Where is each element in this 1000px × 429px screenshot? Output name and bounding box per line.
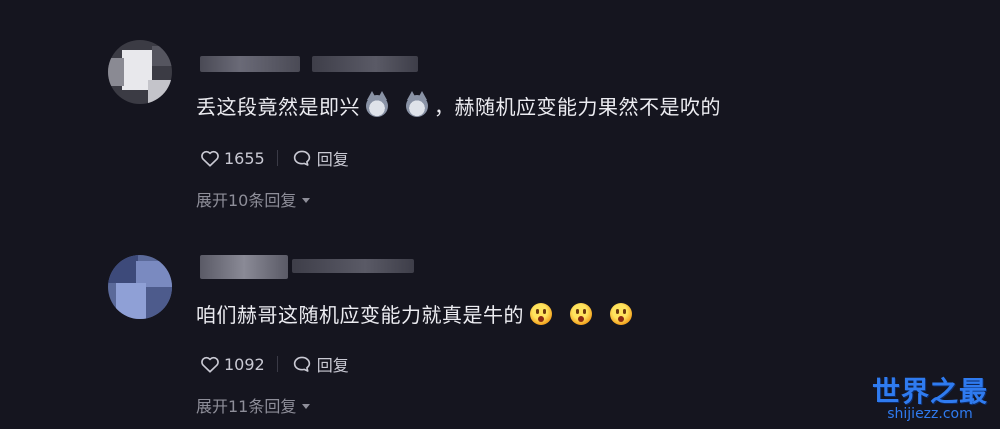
reply-icon bbox=[293, 150, 310, 166]
chevron-down-icon bbox=[302, 197, 311, 203]
like-count: 1092 bbox=[224, 354, 265, 374]
heart-icon bbox=[201, 356, 219, 373]
surprised-emoji bbox=[530, 302, 552, 325]
comment-actions: 1655 回复 bbox=[200, 146, 349, 170]
surprised-emoji bbox=[610, 302, 632, 325]
avatar[interactable] bbox=[108, 40, 172, 104]
watermark-url: shijiezz.com bbox=[887, 406, 973, 422]
like-button[interactable]: 1655 bbox=[200, 149, 265, 168]
expand-replies-label: 展开11条回复 bbox=[196, 397, 297, 416]
watermark-title: 世界之最 bbox=[871, 375, 988, 408]
comment-text: 丢这段竟然是即兴 ，赫随机应变能力果然不是吹的 bbox=[196, 90, 721, 120]
divider bbox=[276, 150, 278, 166]
chevron-down-icon bbox=[302, 403, 311, 409]
username[interactable] bbox=[200, 56, 300, 72]
comment-item: 咱们赫哥这随机应变能力就真是牛的 1092 回复 展开11条回复 bbox=[0, 225, 1000, 429]
like-count: 1655 bbox=[224, 148, 265, 168]
comment-text: 咱们赫哥这随机应变能力就真是牛的 bbox=[196, 299, 632, 328]
expand-replies-label: 展开10条回复 bbox=[196, 191, 297, 210]
expand-replies-button[interactable]: 展开11条回复 bbox=[196, 393, 311, 417]
username[interactable] bbox=[200, 255, 288, 279]
like-button[interactable]: 1092 bbox=[200, 355, 265, 374]
watermark-logo: 世界之最 shijiezz.com bbox=[871, 375, 988, 422]
comment-text-part: ，赫随机应变能力果然不是吹的 bbox=[434, 95, 721, 119]
reply-button[interactable]: 回复 bbox=[292, 352, 349, 376]
divider bbox=[276, 356, 278, 372]
user-meta bbox=[312, 56, 418, 72]
reply-label: 回复 bbox=[316, 150, 349, 169]
husky-emoji bbox=[366, 90, 388, 117]
heart-icon bbox=[201, 150, 219, 167]
reply-label: 回复 bbox=[316, 356, 349, 375]
reply-button[interactable]: 回复 bbox=[292, 146, 349, 170]
expand-replies-button[interactable]: 展开10条回复 bbox=[196, 187, 311, 211]
avatar[interactable] bbox=[108, 255, 172, 319]
user-meta bbox=[292, 259, 414, 273]
comment-item: 丢这段竟然是即兴 ，赫随机应变能力果然不是吹的 1655 回复 展开10条回复 bbox=[0, 0, 1000, 225]
comment-text-part: 丢这段竟然是即兴 bbox=[196, 95, 360, 119]
comment-actions: 1092 回复 bbox=[200, 352, 349, 376]
comment-text-part: 咱们赫哥这随机应变能力就真是牛的 bbox=[196, 303, 524, 327]
reply-icon bbox=[293, 356, 310, 372]
surprised-emoji bbox=[570, 302, 592, 325]
husky-emoji bbox=[406, 90, 428, 117]
